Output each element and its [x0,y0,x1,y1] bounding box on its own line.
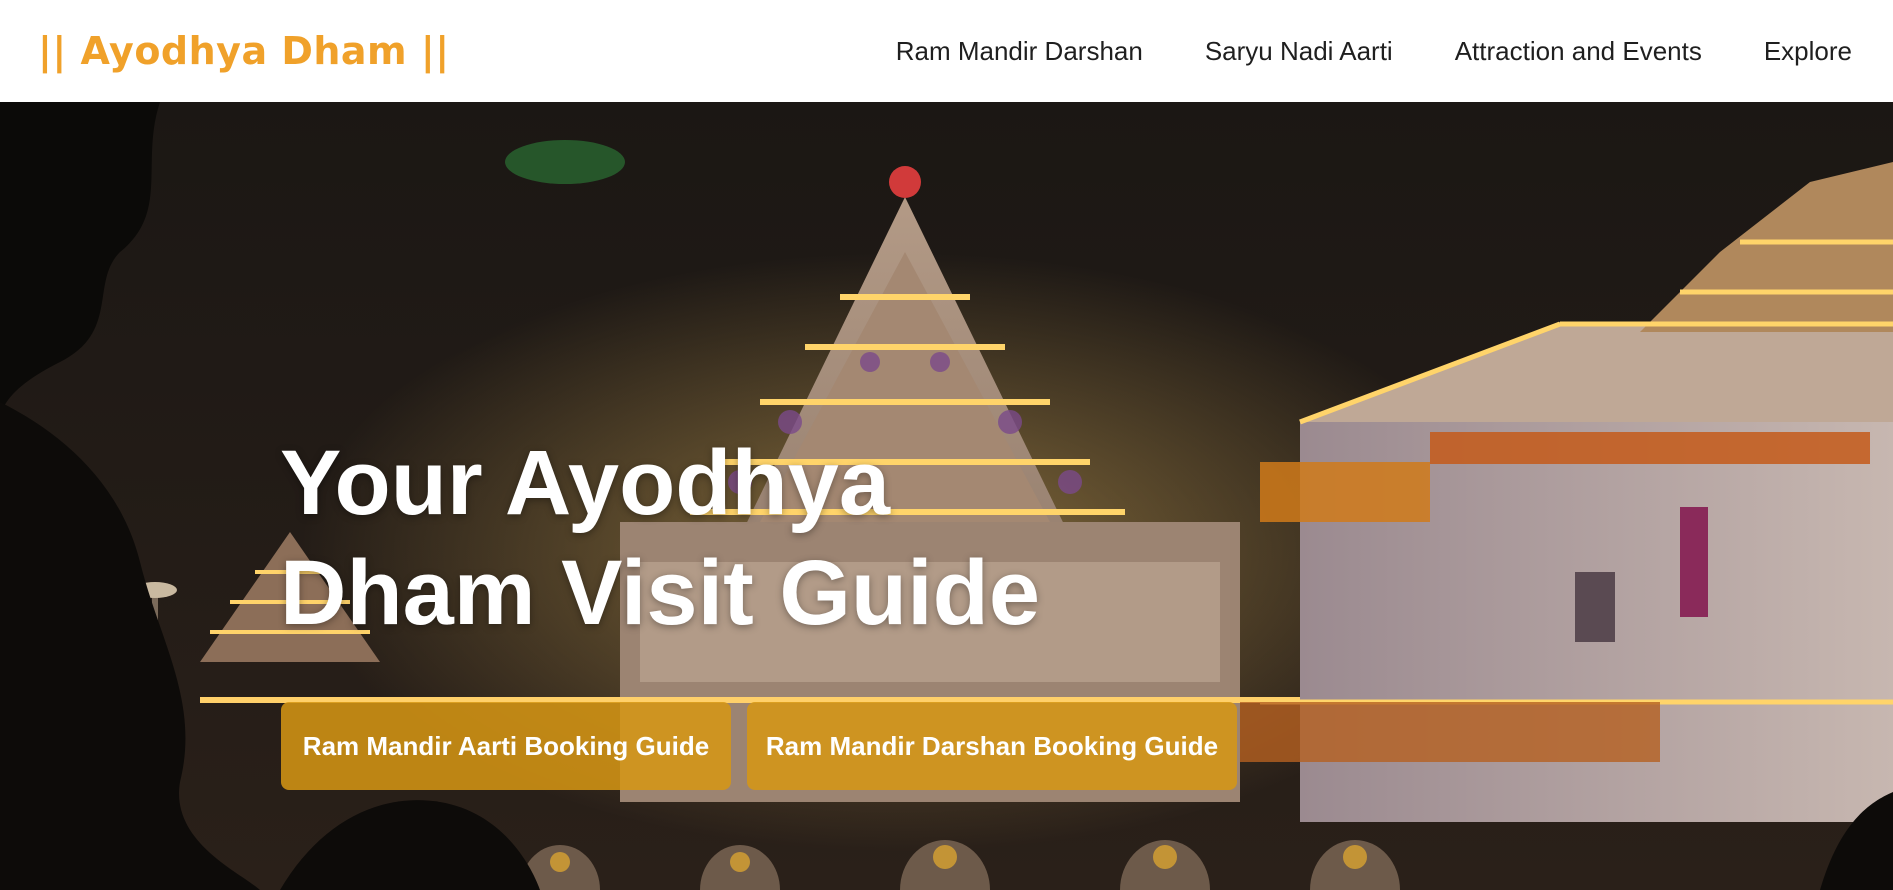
hero-title: Your Ayodhya Dham Visit Guide [280,432,1041,644]
brand-logo[interactable]: || Ayodhya Dham || [38,29,450,73]
top-navbar: || Ayodhya Dham || Ram Mandir Darshan Sa… [0,0,1893,102]
nav-saryu-nadi-aarti[interactable]: Saryu Nadi Aarti [1205,36,1393,67]
nav-attraction-and-events[interactable]: Attraction and Events [1455,36,1702,67]
darshan-booking-guide-button[interactable]: Ram Mandir Darshan Booking Guide [747,702,1237,790]
nav-explore[interactable]: Explore [1764,36,1852,67]
hero-banner: Your Ayodhya Dham Visit Guide Ram Mandir… [0,102,1893,890]
main-nav: Ram Mandir Darshan Saryu Nadi Aarti Attr… [834,36,1852,67]
aarti-booking-guide-button[interactable]: Ram Mandir Aarti Booking Guide [281,702,731,790]
nav-ram-mandir-darshan[interactable]: Ram Mandir Darshan [896,36,1143,67]
